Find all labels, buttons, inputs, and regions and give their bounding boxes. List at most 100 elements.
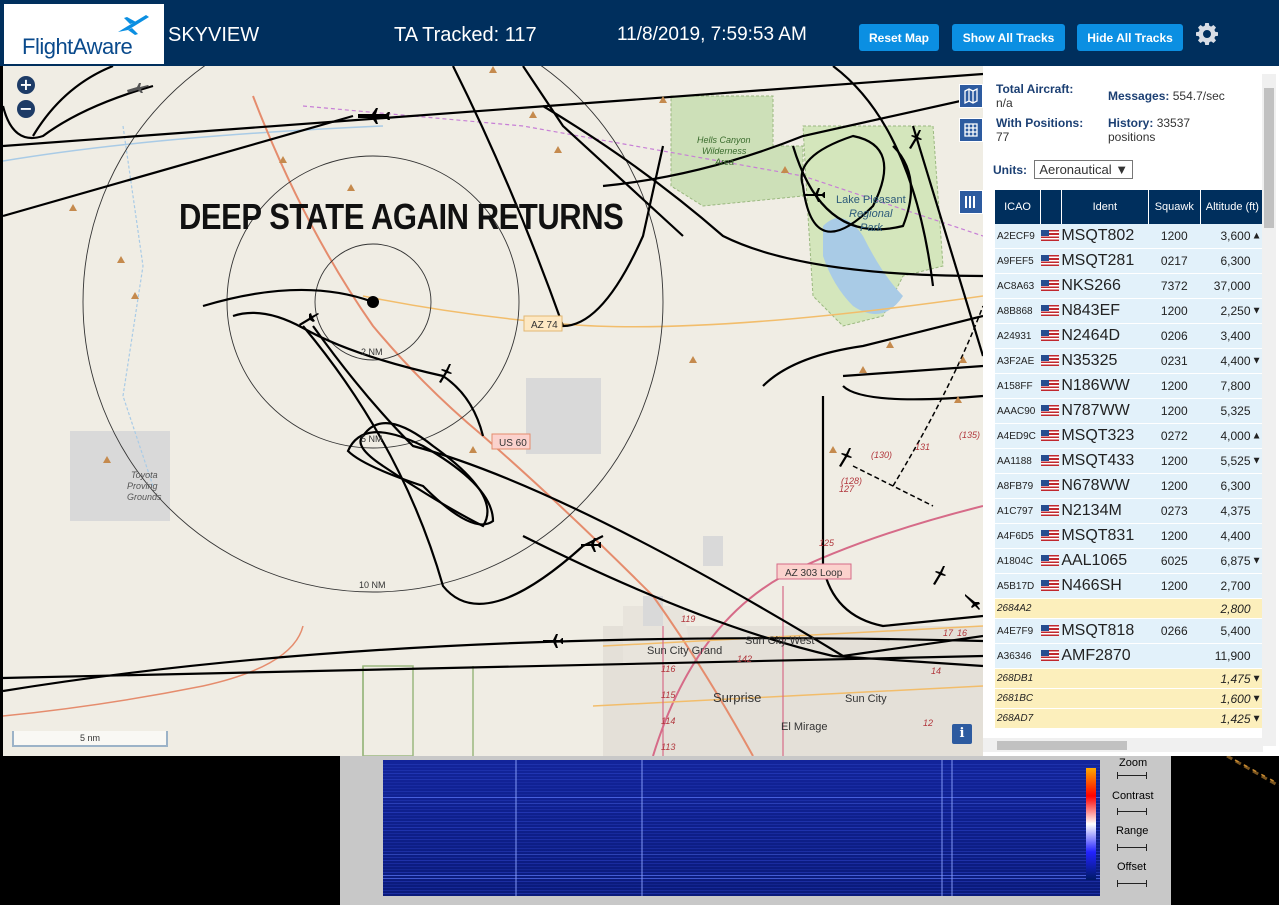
total-aircraft-value: n/a xyxy=(996,96,1013,110)
waterfall-row xyxy=(383,857,1100,858)
place-sun-city-grand: Sun City Grand xyxy=(647,645,722,657)
vertical-scroll-thumb[interactable] xyxy=(1264,88,1274,228)
flag-cell xyxy=(1040,273,1062,299)
waterfall-row xyxy=(383,764,1100,765)
table-row[interactable]: 268DB1 1,475 ▼ xyxy=(995,668,1265,689)
column-header-ident[interactable]: Ident xyxy=(1061,190,1149,224)
altitude-value: 2,800 xyxy=(1220,601,1251,616)
altitude-value: 1,425 xyxy=(1220,711,1251,726)
altitude-value: 4,000 xyxy=(1220,429,1251,443)
us-flag-icon xyxy=(1040,650,1059,662)
place-toyota: Toyota xyxy=(131,470,158,480)
waterfall-row xyxy=(383,884,1100,885)
table-row[interactable]: A8B868 N843EF 1200 2,250 ▼ xyxy=(995,298,1265,324)
table-row[interactable]: 2684A2 2,800 xyxy=(995,598,1265,619)
ident-cell: MSQT802 xyxy=(1061,224,1149,249)
contrast-slider[interactable] xyxy=(1117,808,1147,815)
grid-toggle-button[interactable] xyxy=(959,118,983,142)
vertical-scrollbar[interactable] xyxy=(1262,74,1276,746)
info-button[interactable]: i xyxy=(952,724,972,744)
table-row[interactable]: A2ECF9 MSQT802 1200 3,600 ▲ xyxy=(995,224,1265,249)
table-row[interactable]: A158FF N186WW 1200 7,800 xyxy=(995,373,1265,399)
table-row[interactable]: A4ED9C MSQT323 0272 4,000 ▲ xyxy=(995,423,1265,449)
altitude-trend-icon: ▼ xyxy=(1251,355,1262,367)
icao-cell: A4E7F9 xyxy=(995,618,1041,644)
column-header-icao[interactable]: ICAO xyxy=(995,190,1042,224)
altitude-cell: 3,400 xyxy=(1200,323,1265,349)
reset-map-button[interactable]: Reset Map xyxy=(859,24,939,51)
hide-all-tracks-button[interactable]: Hide All Tracks xyxy=(1077,24,1183,51)
ident-cell: N2134M xyxy=(1061,498,1149,524)
grid-icon xyxy=(964,123,978,137)
waterfall-carrier xyxy=(951,760,953,896)
table-row[interactable]: A24931 N2464D 0206 3,400 xyxy=(995,323,1265,349)
altitude-value: 1,475 xyxy=(1220,671,1251,686)
flightaware-logo[interactable]: FlightAware xyxy=(4,4,164,64)
ident-cell: MSQT818 xyxy=(1061,618,1149,644)
us-flag-icon xyxy=(1040,255,1059,267)
svg-text:131: 131 xyxy=(915,442,930,452)
table-row[interactable]: AA1188 MSQT433 1200 5,525 ▼ xyxy=(995,448,1265,474)
column-header-squawk[interactable]: Squawk xyxy=(1148,190,1201,224)
altitude-trend-icon: ▼ xyxy=(1251,305,1262,317)
table-row[interactable]: A1804C AAL1065 6025 6,875 ▼ xyxy=(995,548,1265,574)
table-row[interactable]: A8FB79 N678WW 1200 6,300 xyxy=(995,473,1265,499)
altitude-cell: 4,400 xyxy=(1200,523,1265,549)
waterfall-row xyxy=(383,863,1100,864)
zoom-slider[interactable] xyxy=(1117,772,1147,779)
squawk-cell: 1200 xyxy=(1148,523,1201,549)
table-row[interactable]: 2681BC 1,600 ▼ xyxy=(995,688,1265,709)
range-slider[interactable] xyxy=(1117,844,1147,851)
horizontal-scrollbar[interactable] xyxy=(983,738,1263,752)
columns-icon xyxy=(965,196,975,208)
ident-cell: NKS266 xyxy=(1061,273,1149,299)
altitude-trend-icon: ▼ xyxy=(1251,673,1262,684)
waterfall-row xyxy=(383,878,1100,879)
squawk-cell: 0217 xyxy=(1148,248,1201,274)
plane-icon-2 xyxy=(299,313,319,326)
altitude-value: 3,600 xyxy=(1220,229,1251,243)
columns-toggle-button[interactable] xyxy=(959,190,983,214)
icao-cell: A24931 xyxy=(995,323,1041,349)
svg-text:Park: Park xyxy=(860,222,883,234)
squawk-cell xyxy=(1148,598,1201,619)
table-row[interactable]: AC8A63 NKS266 7372 37,000 xyxy=(995,273,1265,299)
table-row[interactable]: A9FEF5 MSQT281 0217 6,300 xyxy=(995,248,1265,274)
units-select[interactable]: Aeronautical ▼ xyxy=(1034,160,1134,179)
svg-text:Grounds: Grounds xyxy=(127,492,162,502)
altitude-cell: 1,600 ▼ xyxy=(1200,688,1265,709)
table-row[interactable]: A36346 AMF2870 11,900 xyxy=(995,643,1265,669)
altitude-cell: 5,525 ▼ xyxy=(1200,448,1265,474)
offset-slider[interactable] xyxy=(1117,880,1147,887)
squawk-cell xyxy=(1148,668,1201,689)
ring-label-10nm: 10 NM xyxy=(359,580,386,590)
altitude-cell: 4,400 ▼ xyxy=(1200,348,1265,374)
column-header-flag[interactable] xyxy=(1040,190,1062,224)
plane-icon-10 xyxy=(965,594,980,610)
us-flag-icon xyxy=(1040,280,1059,292)
zoom-out-button[interactable]: − xyxy=(17,100,35,118)
icao-cell: A8B868 xyxy=(995,298,1041,324)
ident-cell: MSQT433 xyxy=(1061,448,1149,474)
us-flag-icon xyxy=(1040,530,1059,542)
table-row[interactable]: A3F2AE N35325 0231 4,400 ▼ xyxy=(995,348,1265,374)
table-row[interactable]: 268AD7 1,425 ▼ xyxy=(995,708,1265,729)
svg-text:12: 12 xyxy=(923,718,933,728)
icao-cell: A36346 xyxy=(995,643,1041,669)
table-row[interactable]: A4E7F9 MSQT818 0266 5,400 xyxy=(995,618,1265,644)
gear-icon[interactable] xyxy=(1195,22,1219,46)
show-all-tracks-button[interactable]: Show All Tracks xyxy=(952,24,1065,51)
column-header-altitude[interactable]: Altitude (ft) xyxy=(1200,190,1266,224)
table-row[interactable]: A1C797 N2134M 0273 4,375 xyxy=(995,498,1265,524)
table-row[interactable]: A4F6D5 MSQT831 1200 4,400 xyxy=(995,523,1265,549)
waterfall-row xyxy=(383,776,1100,777)
horizontal-scroll-thumb[interactable] xyxy=(997,741,1127,750)
zoom-in-button[interactable]: + xyxy=(17,76,35,94)
table-row[interactable]: AAAC90 N787WW 1200 5,325 xyxy=(995,398,1265,424)
icao-cell: AC8A63 xyxy=(995,273,1041,299)
map-view[interactable]: AZ 74 US 60 AZ 303 Loop 2 NM 5 NM 10 NM … xyxy=(3,66,983,756)
ident-cell: MSQT831 xyxy=(1061,523,1149,549)
map-layers-button[interactable] xyxy=(959,84,983,108)
waterfall-display[interactable] xyxy=(383,760,1100,896)
table-row[interactable]: A5B17D N466SH 1200 2,700 xyxy=(995,573,1265,599)
